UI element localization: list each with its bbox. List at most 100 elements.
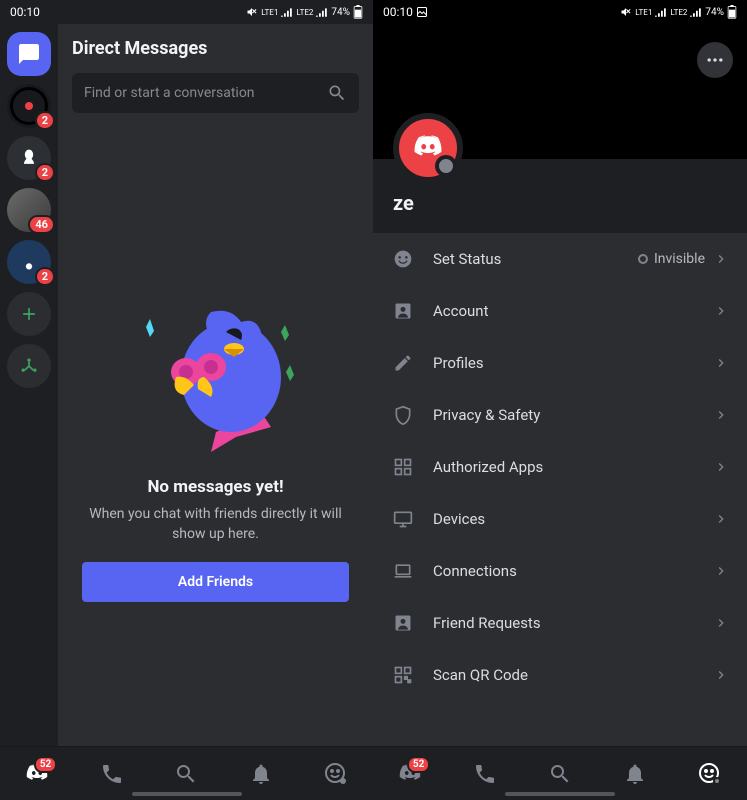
setting-label: Privacy & Safety [433,406,713,424]
search-icon [548,762,572,786]
settings-list: Set Status Invisible Account Profiles Pr… [373,233,747,746]
chevron-right-icon [713,303,729,319]
hub-icon [19,356,39,376]
nav-profile[interactable] [314,752,358,796]
setting-label: Profiles [433,354,713,372]
qr-icon [391,665,415,685]
nav-search[interactable] [538,752,582,796]
more-button[interactable] [697,42,733,78]
chevron-right-icon [713,667,729,683]
chevron-right-icon [713,511,729,527]
nav-friends[interactable] [463,752,507,796]
notification-badge: 2 [35,163,55,182]
search-icon [327,83,347,103]
emoji-icon [324,762,348,786]
add-friends-button[interactable]: Add Friends [82,562,349,602]
battery-icon [353,5,363,19]
status-time: 00:10 [10,5,40,19]
signal-icon [316,7,328,17]
nav-discord[interactable]: 52 [15,752,59,796]
notification-badge: 46 [28,215,55,234]
setting-account[interactable]: Account [373,285,747,337]
pencil-icon [391,353,415,373]
page-title: Direct Messages [72,38,359,59]
status-indicator-invisible [435,155,457,177]
shield-icon [391,405,415,425]
nav-notifications[interactable] [239,752,283,796]
nav-discord[interactable]: 52 [388,752,432,796]
bell-icon [249,762,273,786]
laptop-icon [391,561,415,581]
status-indicators: LTE1 LTE2 74% [620,5,737,19]
nav-search[interactable] [164,752,208,796]
setting-set-status[interactable]: Set Status Invisible [373,233,747,285]
mute-icon [246,6,258,18]
setting-label: Set Status [433,250,638,268]
friends-icon [473,762,497,786]
setting-label: Authorized Apps [433,458,713,476]
home-indicator[interactable] [505,792,615,796]
status-value: Invisible [638,251,705,267]
mute-icon [620,6,632,18]
emoji-icon [698,762,722,786]
account-icon [391,301,415,321]
setting-profiles[interactable]: Profiles [373,337,747,389]
server-item[interactable]: 2 [7,84,51,128]
student-hub-button[interactable] [7,344,51,388]
status-bar: 00:10 LTE1 LTE2 74% [0,0,373,24]
chevron-right-icon [713,355,729,371]
chevron-right-icon [713,407,729,423]
chevron-right-icon [713,251,729,267]
chevron-right-icon [713,615,729,631]
more-icon [705,50,725,70]
status-icon [391,249,415,269]
add-server-button[interactable] [7,292,51,336]
wumpus-illustration [116,277,316,457]
empty-state: No messages yet! When you chat with frie… [72,133,359,746]
nav-badge: 52 [407,756,430,773]
search-input[interactable] [84,85,327,101]
search-box[interactable] [72,73,359,113]
server-item[interactable]: 46 [7,188,51,232]
bell-icon [623,762,647,786]
server-item[interactable]: 2 [7,136,51,180]
nav-badge: 52 [34,756,57,773]
signal-icon [281,7,293,17]
setting-label: Account [433,302,713,320]
avatar[interactable] [393,113,463,183]
status-indicators: LTE1 LTE2 74% [246,5,363,19]
signal-icon [655,7,667,17]
battery-icon [727,5,737,19]
screen-settings: 00:10 LTE1 LTE2 74% ze [373,0,747,800]
image-icon [416,6,428,18]
status-time: 00:10 [383,5,428,19]
notification-badge: 2 [35,267,55,286]
status-bar: 00:10 LTE1 LTE2 74% [373,0,747,24]
profile-banner [373,24,747,159]
notification-badge: 2 [35,111,55,130]
setting-scan-qr[interactable]: Scan QR Code [373,649,747,701]
setting-connections[interactable]: Connections [373,545,747,597]
server-item[interactable]: 2 [7,240,51,284]
nav-friends[interactable] [90,752,134,796]
setting-label: Connections [433,562,713,580]
nav-notifications[interactable] [613,752,657,796]
apps-icon [391,457,415,477]
setting-devices[interactable]: Devices [373,493,747,545]
search-icon [174,762,198,786]
chevron-right-icon [713,459,729,475]
setting-privacy[interactable]: Privacy & Safety [373,389,747,441]
monitor-icon [391,509,415,529]
setting-label: Devices [433,510,713,528]
chat-icon [17,42,41,66]
nav-profile[interactable] [688,752,732,796]
dm-button[interactable] [7,32,51,76]
setting-label: Scan QR Code [433,666,713,684]
setting-authorized-apps[interactable]: Authorized Apps [373,441,747,493]
signal-icon [690,7,702,17]
friends-icon [100,762,124,786]
screen-direct-messages: 00:10 LTE1 LTE2 74% 2 2 [0,0,373,800]
home-indicator[interactable] [132,792,242,796]
plus-icon [19,304,39,324]
setting-friend-requests[interactable]: Friend Requests [373,597,747,649]
